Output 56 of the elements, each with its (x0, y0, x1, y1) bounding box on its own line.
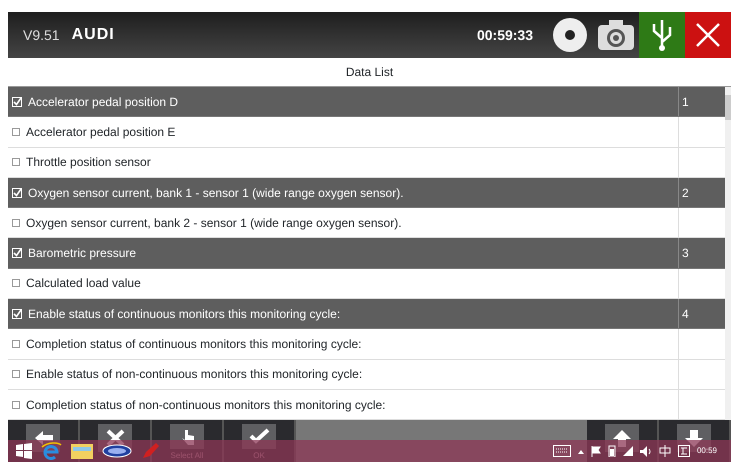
data-row[interactable]: Accelerator pedal position E (8, 117, 725, 148)
speaker-icon[interactable] (640, 446, 652, 456)
order-number: 1 (682, 94, 689, 111)
ime-icon[interactable] (658, 445, 671, 457)
checkbox-checked-icon[interactable] (12, 188, 22, 198)
checkbox-checked-icon[interactable] (12, 308, 22, 319)
checkbox-icon[interactable] (12, 158, 20, 166)
checkbox-icon[interactable] (12, 370, 20, 378)
flag-icon[interactable] (590, 446, 601, 456)
disc-icon (552, 17, 588, 53)
row-label: Enable status of non-continuous monitors this monitoring cycle: (26, 366, 362, 384)
row-label: Barometric pressure (28, 245, 136, 262)
checkbox-icon[interactable] (12, 128, 20, 136)
row-label: Throttle position sensor (26, 154, 151, 172)
row-label: Oxygen sensor current, bank 1 - sensor 1 (wide range oxygen sensor). (28, 184, 404, 202)
data-row[interactable]: Enable status of continuous monitors this monitoring cycle: 4 (8, 299, 725, 330)
windows-logo-icon[interactable] (16, 443, 32, 459)
taskbar-clock: 00:59 (696, 445, 717, 457)
usb-icon (651, 18, 673, 52)
scrollbar[interactable] (725, 87, 731, 420)
brand-label: AUDI (72, 25, 115, 45)
checkbox-icon[interactable] (12, 340, 20, 348)
data-row[interactable]: Completion status of continuous monitors this monitoring cycle: (8, 329, 725, 360)
input-method-icon[interactable] (678, 445, 690, 457)
row-label: Oxygen sensor current, bank 2 - sensor 1 (wide range oxygen sensor). (26, 214, 402, 232)
row-label: Accelerator pedal position D (28, 94, 178, 111)
data-row[interactable]: Barometric pressure 3 (8, 238, 725, 269)
data-row[interactable]: Enable status of non-continuous monitors this monitoring cycle: (8, 360, 725, 390)
row-label: Enable status of continuous monitors this monitoring cycle: (28, 306, 340, 323)
checkbox-icon[interactable] (12, 218, 20, 227)
row-label: Calculated load value (26, 275, 141, 292)
checkbox-icon[interactable] (12, 400, 20, 409)
data-row[interactable]: Accelerator pedal position D 1 (8, 87, 725, 118)
order-number: 4 (682, 306, 689, 323)
row-label: Accelerator pedal position E (26, 124, 176, 141)
scroll-thumb[interactable] (725, 95, 731, 120)
timer-label: 00:59:33 (476, 26, 533, 44)
caret-icon[interactable] (578, 448, 584, 454)
oval-logo-icon[interactable] (102, 444, 132, 458)
browser-e-icon[interactable] (40, 441, 62, 461)
row-label: Completion status of non-continuous monitors this monitoring cycle: (26, 396, 386, 414)
close-button[interactable] (685, 12, 731, 58)
row-label: Completion status of continuous monitors this monitoring cycle: (26, 336, 362, 354)
data-row[interactable]: Oxygen sensor current, bank 1 - sensor 1 (wide range oxygen sensor). 2 (8, 178, 725, 208)
version-label: V9.51 (23, 26, 60, 44)
order-number: 3 (682, 245, 689, 262)
camera-icon (597, 19, 635, 51)
checkbox-icon[interactable] (12, 279, 20, 288)
order-number: 2 (682, 184, 689, 202)
usb-button[interactable] (639, 12, 685, 58)
checkbox-checked-icon[interactable] (12, 248, 22, 258)
close-icon (695, 22, 721, 48)
folder-icon[interactable] (70, 442, 94, 460)
checkbox-checked-icon[interactable] (12, 96, 22, 107)
battery-icon[interactable] (608, 445, 616, 457)
keyboard-icon[interactable] (552, 445, 571, 457)
